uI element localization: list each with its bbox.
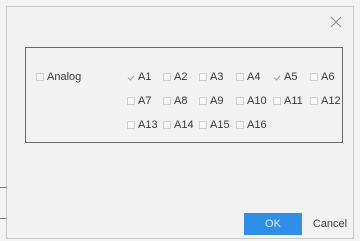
channel-checkbox-a5[interactable]: A5 xyxy=(273,68,297,86)
close-button[interactable] xyxy=(329,15,343,29)
checkbox-box xyxy=(236,73,244,81)
checkbox-box xyxy=(310,97,318,105)
channel-label: A9 xyxy=(210,95,224,107)
channel-checkbox-a2[interactable]: A2 xyxy=(163,68,187,86)
channel-checkbox-a6[interactable]: A6 xyxy=(310,68,334,86)
channel-checkbox-a10[interactable]: A10 xyxy=(236,92,267,110)
checkbox-box xyxy=(273,97,281,105)
checkbox-box xyxy=(236,97,244,105)
channel-checkbox-a14[interactable]: A14 xyxy=(163,116,194,134)
channel-checkbox-a9[interactable]: A9 xyxy=(199,92,223,110)
checkbox-box xyxy=(163,121,171,129)
checkbox-box xyxy=(36,73,44,81)
channel-panel: Analog A1 A2 A3 A4 A5 A6 A7 A8 A9 A10 A11 A12 A13 A14… xyxy=(25,47,343,143)
channel-label: A15 xyxy=(210,119,230,131)
checkbox-box xyxy=(310,73,318,81)
channel-label: A11 xyxy=(284,95,303,107)
checkmark-icon xyxy=(273,73,281,81)
channel-checkbox-a8[interactable]: A8 xyxy=(163,92,187,110)
channel-label: A4 xyxy=(247,71,261,83)
close-icon xyxy=(330,16,342,28)
checkbox-box xyxy=(127,121,135,129)
channel-checkbox-a16[interactable]: A16 xyxy=(236,116,267,134)
channel-label: A16 xyxy=(247,119,267,131)
checkmark-icon xyxy=(127,73,135,81)
cancel-button[interactable]: Cancel xyxy=(305,213,355,235)
checkbox-box xyxy=(236,121,244,129)
channel-label: A7 xyxy=(138,95,152,107)
channel-label: A6 xyxy=(321,71,335,83)
channel-label: A5 xyxy=(284,71,298,83)
channel-checkbox-a12[interactable]: A12 xyxy=(310,92,341,110)
channel-checkbox-a13[interactable]: A13 xyxy=(127,116,158,134)
channel-checkbox-a11[interactable]: A11 xyxy=(273,92,303,110)
channel-label: A8 xyxy=(174,95,188,107)
analog-label: Analog xyxy=(47,71,82,83)
channel-label: A14 xyxy=(174,119,194,131)
channel-label: A2 xyxy=(174,71,188,83)
channel-label: A3 xyxy=(210,71,224,83)
analog-checkbox[interactable]: Analog xyxy=(36,68,81,86)
checkbox-box xyxy=(163,73,171,81)
checkbox-box xyxy=(199,121,207,129)
channel-label: A10 xyxy=(247,95,267,107)
channel-label: A13 xyxy=(138,119,158,131)
channel-checkbox-a1[interactable]: A1 xyxy=(127,68,151,86)
channel-checkbox-a3[interactable]: A3 xyxy=(199,68,223,86)
checkbox-box xyxy=(199,73,207,81)
channel-checkbox-a7[interactable]: A7 xyxy=(127,92,151,110)
checkbox-box xyxy=(163,97,171,105)
channel-checkbox-a4[interactable]: A4 xyxy=(236,68,260,86)
ok-button[interactable]: OK xyxy=(244,213,302,235)
channel-select-dialog: Analog A1 A2 A3 A4 A5 A6 A7 A8 A9 A10 A11 A12 A13 A14… xyxy=(6,6,354,239)
channel-label: A12 xyxy=(321,95,341,107)
checkbox-box xyxy=(199,97,207,105)
checkbox-box xyxy=(127,97,135,105)
channel-checkbox-a15[interactable]: A15 xyxy=(199,116,230,134)
channel-label: A1 xyxy=(138,71,152,83)
